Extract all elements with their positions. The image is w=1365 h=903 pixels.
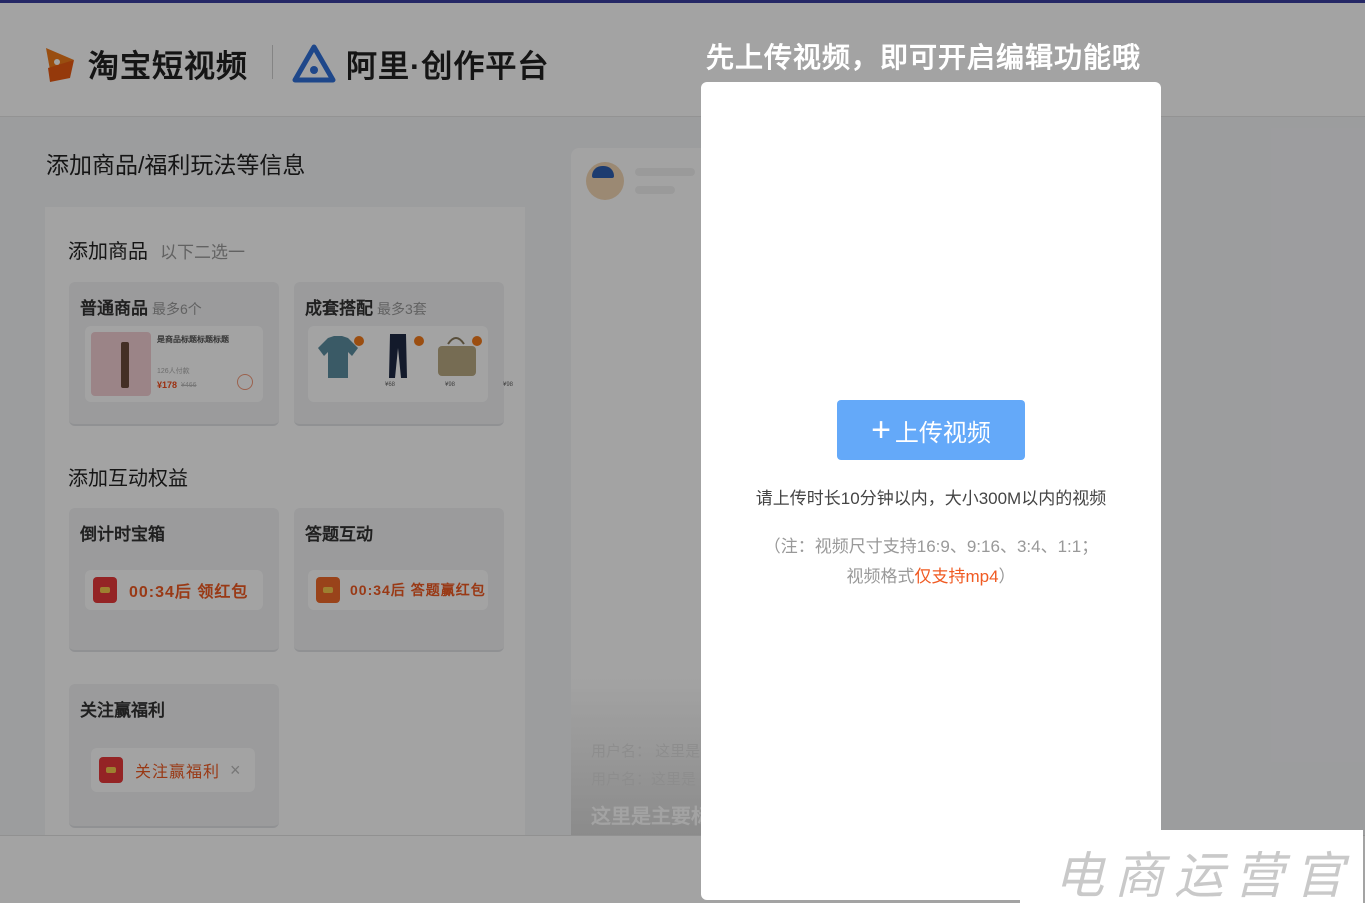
upload-video-button[interactable]: + 上传视频: [837, 400, 1025, 460]
note-line-2: 视频格式仅支持mp4）: [701, 562, 1161, 592]
upload-video-label: 上传视频: [894, 419, 991, 447]
note-line-1: （注：视频尺寸支持16:9、9:16、3:4、1:1；: [763, 537, 1099, 556]
upload-requirements: 请上传时长10分钟以内，大小300M以内的视频: [755, 489, 1107, 508]
note-format-suffix: ）: [998, 567, 1016, 586]
plus-icon: +: [871, 411, 891, 449]
note-format-prefix: 视频格式: [846, 567, 915, 586]
upload-modal: + 上传视频 请上传时长10分钟以内，大小300M以内的视频 （注：视频尺寸支持…: [701, 82, 1161, 900]
modal-caption: 先上传视频，即可开启编辑功能哦: [706, 42, 1142, 73]
upload-format-note: （注：视频尺寸支持16:9、9:16、3:4、1:1； 视频格式仅支持mp4）: [701, 532, 1161, 592]
watermark-text: 电商运营官: [1054, 847, 1354, 903]
watermark: 电商运营官: [1020, 830, 1363, 903]
note-mp4-highlight: 仅支持mp4: [914, 567, 999, 586]
